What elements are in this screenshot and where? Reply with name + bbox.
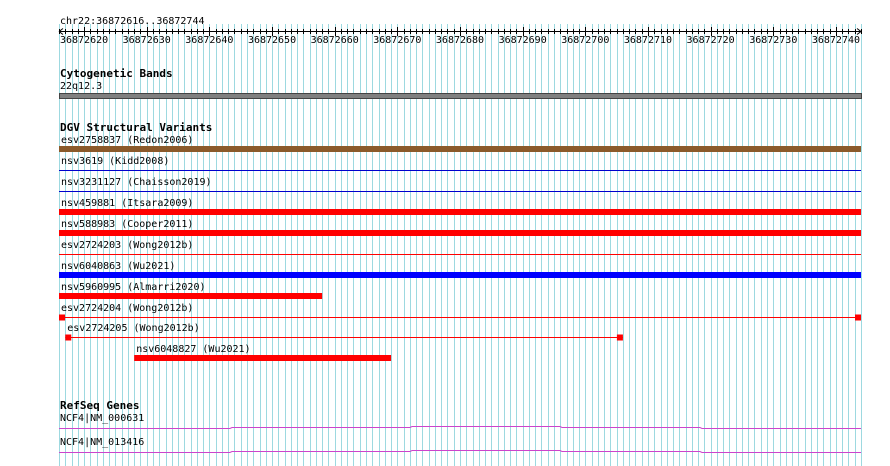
dgv-feature-glyph[interactable] xyxy=(0,166,890,176)
genome-browser-view: chr22:36872616..36872744 36872620 3687263… xyxy=(0,0,890,466)
dgv-feature-bar xyxy=(59,209,861,215)
dgv-feature-glyph[interactable] xyxy=(0,250,890,260)
ruler-tick-label: 36872630 xyxy=(122,35,171,46)
dgv-feature-bar xyxy=(59,230,861,236)
ruler-tick-label: 36872740 xyxy=(811,35,861,46)
dgv-feature-block xyxy=(59,314,65,321)
ruler-tick-label: 36872650 xyxy=(247,35,297,46)
dgv-feature-glyph[interactable] xyxy=(0,271,890,281)
dgv-feature-bar xyxy=(59,293,323,299)
ruler-tick-label: 36872640 xyxy=(185,35,234,46)
refseq-gene-glyph[interactable] xyxy=(0,424,890,432)
cytoband-bar[interactable] xyxy=(59,93,862,99)
refseq-gene-label: NCF4|NM_000631 xyxy=(60,413,145,424)
dgv-feature-glyph[interactable] xyxy=(0,229,890,239)
refseq-gene-line xyxy=(59,450,861,453)
dgv-feature-bar xyxy=(59,272,861,278)
dgv-feature-block xyxy=(855,314,861,321)
dgv-feature-glyph[interactable] xyxy=(0,292,890,302)
ruler-tick-label: 36872690 xyxy=(498,35,547,46)
dgv-feature-block xyxy=(65,334,72,341)
ruler-tick-label: 36872660 xyxy=(310,35,359,46)
cytoband-label: 22q12.3 xyxy=(60,81,103,92)
dgv-track-title: DGV Structural Variants xyxy=(60,121,213,134)
ruler-tick-label: 36872680 xyxy=(435,35,485,46)
dgv-feature-glyph[interactable] xyxy=(0,313,890,323)
ruler-tick-label: 36872670 xyxy=(373,35,422,46)
cytoband-track-title: Cytogenetic Bands xyxy=(60,67,173,80)
refseq-gene-glyph[interactable] xyxy=(0,448,890,456)
dgv-feature-block xyxy=(616,334,623,341)
dgv-feature-bar xyxy=(59,146,861,152)
dgv-feature-glyph[interactable] xyxy=(0,145,890,155)
dgv-feature-glyph[interactable] xyxy=(0,333,890,343)
dgv-feature-glyph[interactable] xyxy=(0,354,890,364)
dgv-feature-glyph[interactable] xyxy=(0,187,890,197)
ruler-tick-label: 36872620 xyxy=(59,35,109,46)
ruler-tick-label: 36872730 xyxy=(749,35,798,46)
refseq-track-title: RefSeq Genes xyxy=(60,399,140,412)
refseq-gene-label: NCF4|NM_013416 xyxy=(60,437,145,448)
dgv-feature-bar xyxy=(134,355,392,361)
ruler-tick-label: 36872710 xyxy=(623,35,673,46)
refseq-gene-line xyxy=(59,426,861,429)
dgv-feature-glyph[interactable] xyxy=(0,208,890,218)
ruler-tick-label: 36872720 xyxy=(686,35,735,46)
ruler-tick-label: 36872700 xyxy=(561,35,610,46)
